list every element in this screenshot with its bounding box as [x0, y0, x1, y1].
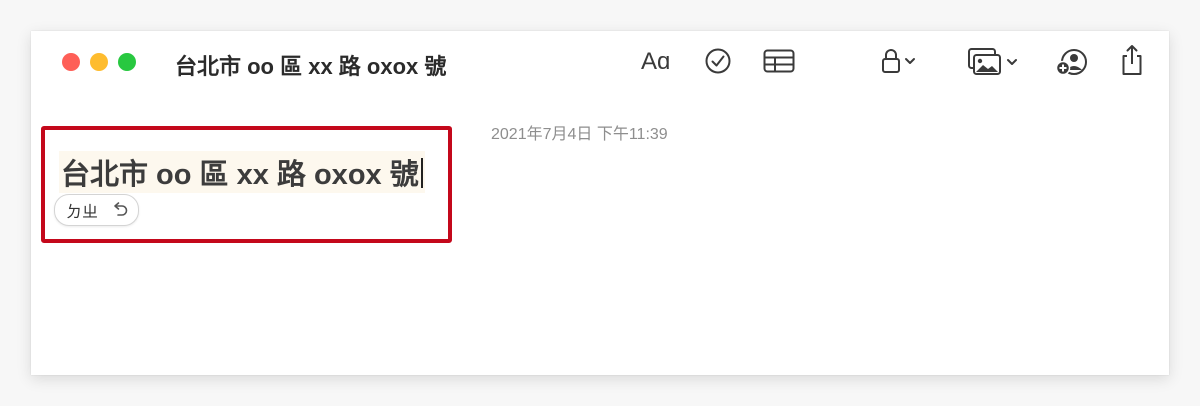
minimize-button[interactable] — [90, 53, 108, 71]
media-button[interactable] — [967, 47, 1021, 77]
share-icon — [1122, 45, 1142, 75]
note-timestamp: 2021年7月4日 下午11:39 — [491, 126, 668, 143]
zoom-button[interactable] — [118, 53, 136, 71]
window-controls — [62, 53, 136, 71]
collaborate-icon — [1055, 49, 1087, 76]
collaborate-button[interactable] — [1055, 47, 1089, 77]
format-text-button[interactable]: Aɑ — [641, 48, 670, 76]
window-title: 台北市 oo 區 xx 路 oxox 號 — [175, 54, 447, 79]
close-button[interactable] — [62, 53, 80, 71]
checklist-button[interactable] — [704, 47, 732, 75]
checklist-icon — [705, 48, 731, 74]
chevron-down-icon — [1007, 59, 1017, 65]
lock-button[interactable] — [881, 47, 919, 75]
table-icon — [763, 49, 795, 73]
chevron-down-icon — [905, 58, 915, 64]
lock-icon — [882, 49, 900, 73]
highlight-annotation-box — [41, 126, 452, 243]
notes-window: 台北市 oo 區 xx 路 oxox 號 Aɑ 2021年7月4日 下午11:3… — [31, 31, 1169, 375]
media-icon — [968, 48, 1001, 75]
share-button[interactable] — [1119, 43, 1145, 77]
table-button[interactable] — [763, 47, 795, 75]
